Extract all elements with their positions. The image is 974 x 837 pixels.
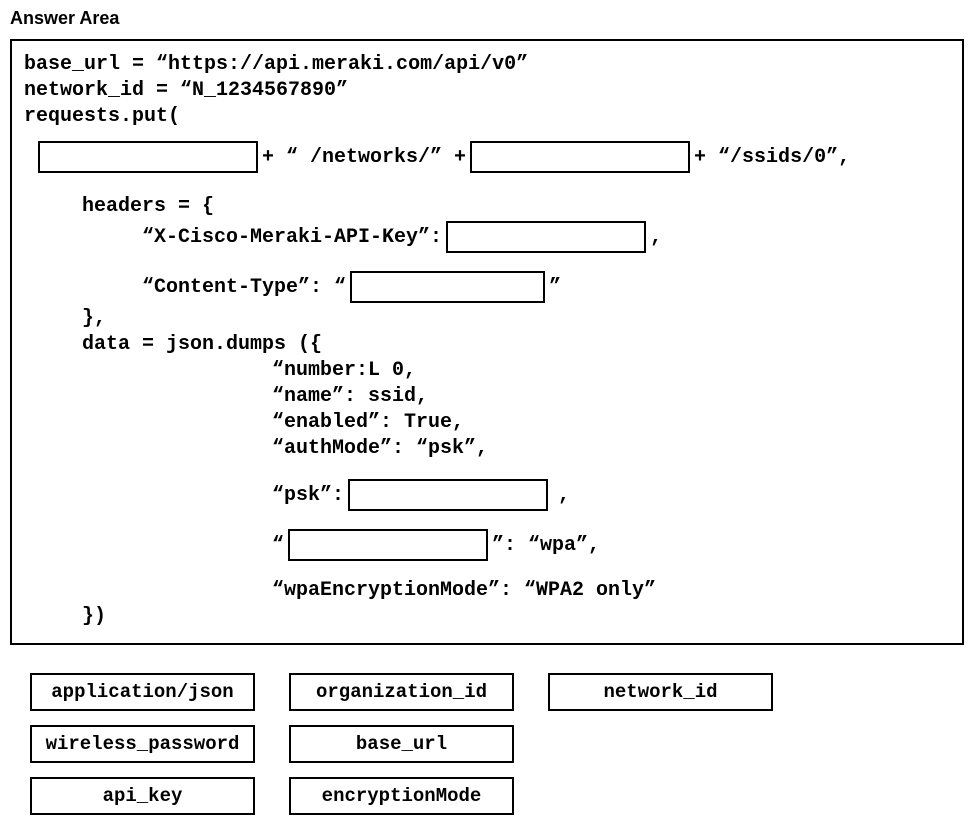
code-text: }) xyxy=(82,604,106,629)
code-text: “ xyxy=(272,533,284,558)
drop-target-4[interactable] xyxy=(350,271,545,303)
drop-target-5[interactable] xyxy=(348,479,548,511)
drop-target-1[interactable] xyxy=(38,141,258,173)
code-text: requests.put( xyxy=(24,104,180,129)
code-text: “Content-Type”: “ xyxy=(142,275,346,300)
option-base-url[interactable]: base_url xyxy=(289,725,514,763)
code-text: + “/ssids/0”, xyxy=(694,145,850,170)
drop-target-2[interactable] xyxy=(470,141,690,173)
drop-target-3[interactable] xyxy=(446,221,646,253)
option-network-id[interactable]: network_id xyxy=(548,673,773,711)
code-text: network_id = “N_1234567890” xyxy=(24,78,348,103)
option-application-json[interactable]: application/json xyxy=(30,673,255,711)
code-text: “authMode”: “psk”, xyxy=(272,436,488,461)
code-text: }, xyxy=(82,306,106,331)
code-text: , xyxy=(558,483,570,508)
code-text: base_url = “https://api.meraki.com/api/v… xyxy=(24,52,528,77)
code-container: base_url = “https://api.meraki.com/api/v… xyxy=(10,39,964,645)
code-text: data = json.dumps ({ xyxy=(82,332,322,357)
code-text: ”: “wpa”, xyxy=(492,533,600,558)
code-text: “number:L 0, xyxy=(272,358,416,383)
code-text: “enabled”: True, xyxy=(272,410,464,435)
option-api-key[interactable]: api_key xyxy=(30,777,255,815)
option-encryption-mode[interactable]: encryptionMode xyxy=(289,777,514,815)
code-text: headers = { xyxy=(82,194,214,219)
option-wireless-password[interactable]: wireless_password xyxy=(30,725,255,763)
code-text: , xyxy=(650,225,662,250)
code-text: ” xyxy=(549,275,561,300)
answer-area-title: Answer Area xyxy=(10,8,964,29)
code-text: + “ /networks/” + xyxy=(262,145,466,170)
options-area: application/json organization_id network… xyxy=(30,673,964,815)
code-text: “psk”: xyxy=(272,483,344,508)
code-text: “name”: ssid, xyxy=(272,384,428,409)
code-text: “X-Cisco-Meraki-API-Key”: xyxy=(142,225,442,250)
drop-target-6[interactable] xyxy=(288,529,488,561)
code-text: “wpaEncryptionMode”: “WPA2 only” xyxy=(272,578,656,603)
option-organization-id[interactable]: organization_id xyxy=(289,673,514,711)
